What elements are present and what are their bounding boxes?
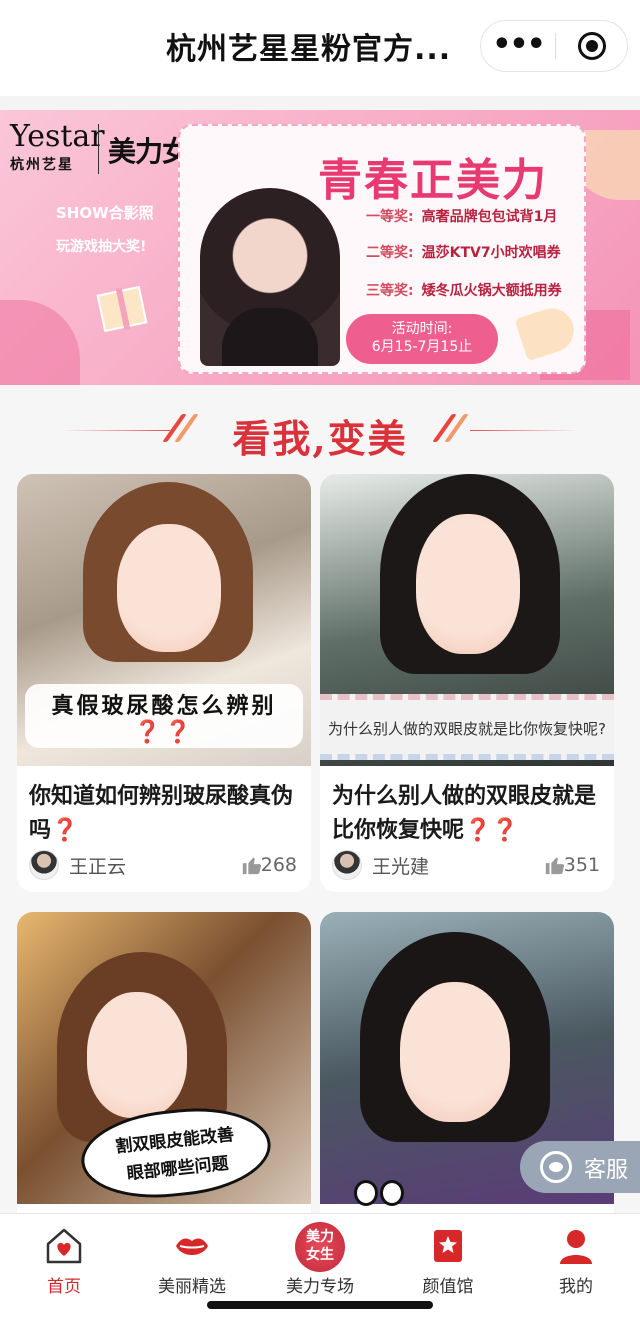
prize-second: 二等奖: 温莎KTV7小时欢唱券: [366, 245, 561, 261]
model-portrait: [200, 188, 340, 366]
thumbs-up-icon: [242, 857, 262, 875]
tab-label: 颜值馆: [422, 1277, 474, 1297]
article-card[interactable]: 真假玻尿酸怎么辨别 ❓❓ 你知道如何辨别玻尿酸真伪吗❓ 王正云 268: [17, 474, 311, 892]
headset-icon: [540, 1151, 572, 1183]
tab-label: 我的: [559, 1277, 593, 1297]
image-caption: 为什么别人做的双眼皮就是比你恢复快呢?: [320, 694, 614, 760]
meili-logo-icon: 美力 女生: [295, 1222, 345, 1272]
customer-service-label: 客服: [584, 1158, 629, 1183]
promo-line-2: 玩游戏抽大奖!: [56, 239, 147, 255]
brand-divider: [98, 124, 99, 174]
like-number: 351: [563, 854, 600, 876]
thumbs-up-icon: [545, 857, 565, 875]
section-header: 看我,变美: [0, 396, 640, 466]
event-time-badge: 活动时间: 6月15-7月15止: [346, 314, 498, 364]
miniprogram-capsule: •••: [480, 20, 628, 72]
banner-headline: 青春正美力: [318, 155, 548, 206]
star-book-icon: [434, 1230, 462, 1262]
page-title: 杭州艺星星粉官方...: [166, 32, 452, 67]
article-image: 真假玻尿酸怎么辨别 ❓❓: [17, 474, 311, 766]
author-name: 王光建: [372, 856, 430, 878]
avatar: [29, 850, 59, 880]
promo-banner[interactable]: Yestar 杭州艺星 美力女生 SHOW合影照 玩游戏抽大奖! 青春正美力 一…: [0, 110, 640, 385]
article-card[interactable]: 割双眼皮能改善 眼部哪些问题: [17, 912, 311, 1232]
tab-label: 美力专场: [286, 1277, 354, 1297]
promo-line-1: SHOW合影照: [56, 204, 154, 222]
tab-special[interactable]: 美力 女生 美力专场: [256, 1214, 384, 1304]
avatar: [332, 850, 362, 880]
brand-en: Yestar: [10, 119, 105, 154]
article-title: 你知道如何辨别玻尿酸真伪吗❓: [29, 784, 294, 843]
home-indicator: [207, 1301, 433, 1309]
image-caption: 真假玻尿酸怎么辨别 ❓❓: [25, 684, 303, 748]
tab-home[interactable]: 首页: [0, 1214, 128, 1304]
prize-first: 一等奖: 高奢品牌包包试背1月: [366, 209, 558, 225]
title-line-right: [470, 430, 580, 431]
user-icon: [560, 1230, 592, 1264]
event-dates: 6月15-7月15止: [371, 339, 473, 355]
tab-label: 美丽精选: [158, 1277, 226, 1297]
article-card[interactable]: 为什么别人做的双眼皮就是比你恢复快呢? 为什么别人做的双眼皮就是比你恢复快呢❓❓…: [320, 474, 614, 892]
article-title: 为什么别人做的双眼皮就是比你恢复快呢❓❓: [332, 784, 597, 843]
top-bar: 杭州艺星星粉官方... •••: [0, 0, 640, 96]
lips-icon: [176, 1238, 208, 1255]
like-number: 268: [260, 854, 297, 876]
tab-gallery[interactable]: 颜值馆: [384, 1214, 512, 1304]
close-miniprogram-icon[interactable]: [578, 32, 606, 60]
more-options-button[interactable]: •••: [481, 21, 555, 71]
tab-profile[interactable]: 我的: [512, 1214, 640, 1304]
section-title: 看我,变美: [232, 416, 408, 461]
customer-service-button[interactable]: 客服: [520, 1141, 640, 1193]
article-image: 为什么别人做的双眼皮就是比你恢复快呢?: [320, 474, 614, 766]
leaf-decoration: [0, 300, 80, 385]
slash-decoration-right: [432, 414, 469, 444]
yestar-logo: Yestar 杭州艺星: [10, 122, 105, 174]
tab-label: 首页: [47, 1277, 81, 1297]
gift-box-icon: [96, 285, 148, 333]
brand-cn: 杭州艺星: [10, 157, 74, 173]
prize-third: 三等奖: 矮冬瓜火锅大额抵用券: [366, 283, 562, 299]
home-heart-icon: [46, 1228, 82, 1264]
author-name: 王正云: [69, 856, 127, 878]
cartoon-eyes-sticker: [350, 1180, 410, 1210]
article-image: 割双眼皮能改善 眼部哪些问题: [17, 912, 311, 1206]
event-label: 活动时间:: [391, 321, 453, 337]
tab-featured[interactable]: 美丽精选: [128, 1214, 256, 1304]
capsule-divider: [555, 33, 556, 59]
